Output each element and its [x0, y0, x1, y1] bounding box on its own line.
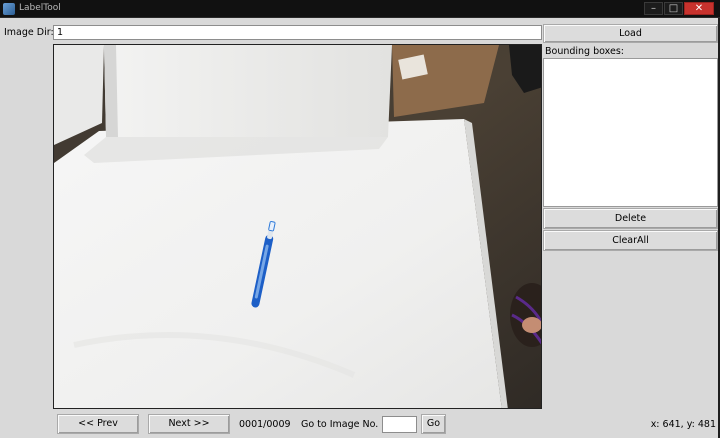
goto-image-input[interactable] — [382, 416, 417, 433]
main-window: Image Dir: Load Bounding boxes: Delete C… — [0, 18, 718, 438]
title-bar: LabelTool – □ ✕ — [0, 0, 720, 18]
app-icon — [3, 3, 15, 15]
image-dir-input[interactable] — [53, 25, 542, 40]
next-button[interactable]: Next >> — [148, 414, 230, 434]
minimize-button[interactable]: – — [644, 2, 663, 15]
goto-label: Go to Image No. — [301, 419, 379, 430]
toothbrush-photo — [54, 45, 541, 408]
window-title: LabelTool — [19, 3, 61, 13]
image-progress: 0001/0009 — [239, 419, 291, 430]
bounding-boxes-label: Bounding boxes: — [545, 46, 624, 57]
close-button[interactable]: ✕ — [684, 2, 714, 15]
go-button[interactable]: Go — [421, 414, 446, 434]
maximize-button[interactable]: □ — [664, 2, 683, 15]
prev-button[interactable]: << Prev — [57, 414, 139, 434]
load-button[interactable]: Load — [543, 24, 718, 43]
image-canvas[interactable] — [53, 44, 542, 409]
image-dir-label: Image Dir: — [4, 27, 54, 38]
bounding-boxes-list[interactable] — [543, 58, 718, 207]
cursor-coordinates: x: 641, y: 481 — [650, 419, 716, 430]
clear-all-button[interactable]: ClearAll — [543, 230, 718, 251]
delete-button[interactable]: Delete — [543, 208, 718, 229]
